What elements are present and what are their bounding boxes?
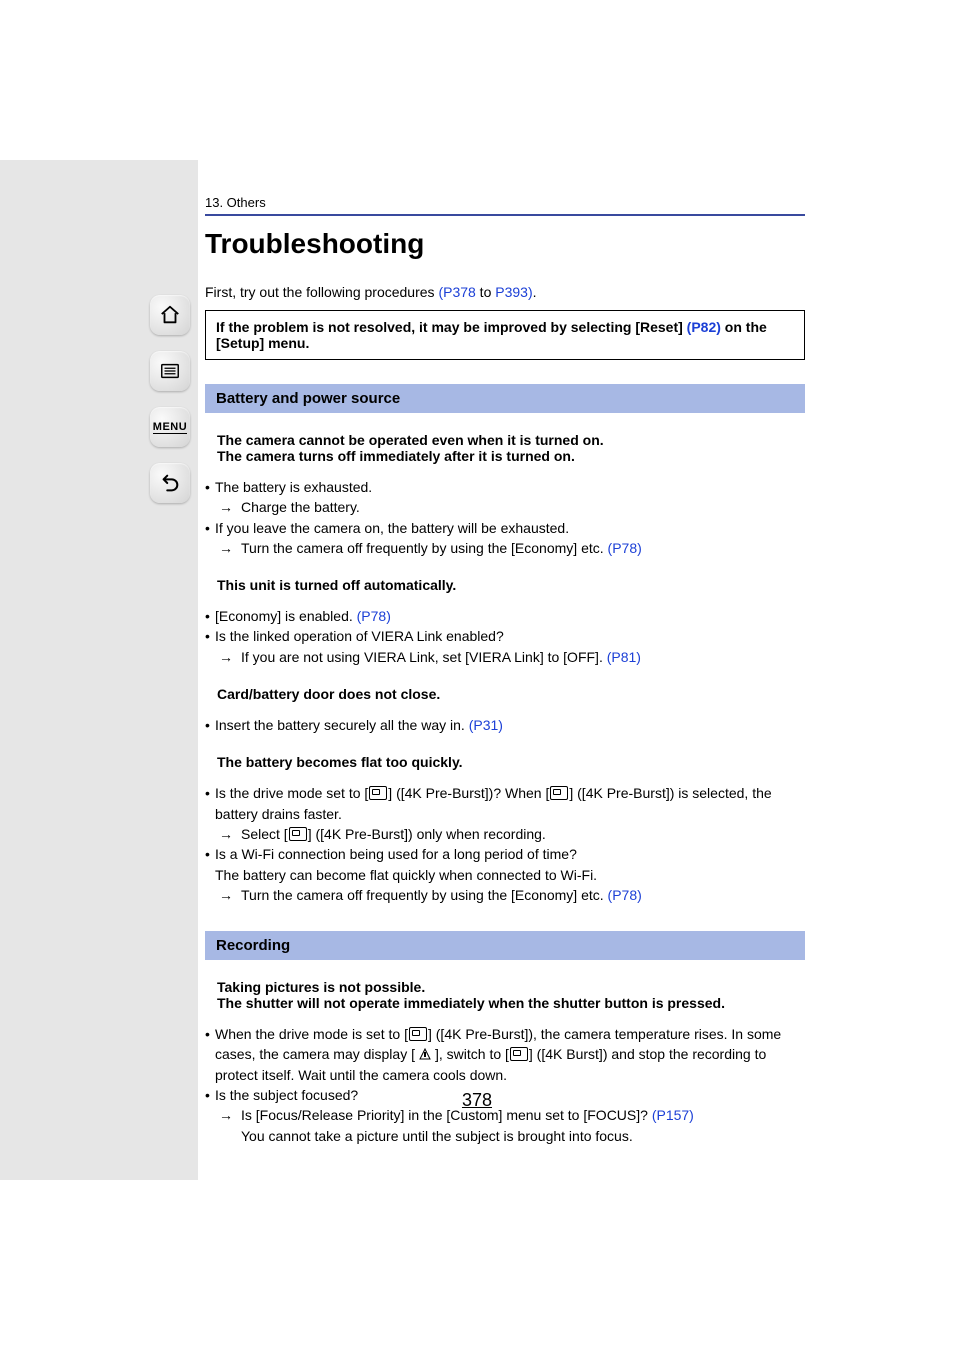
bullet-group: •When the drive mode is set to [] ([4K P… [205,1024,805,1146]
bullet: Is the drive mode set to [ ] ([4K Pre-Bur… [215,783,805,824]
back-icon [159,472,181,494]
bullet: [Economy] is enabled. (P78) [215,606,805,626]
bullet-group: •[Economy] is enabled. (P78) •Is the lin… [205,606,805,667]
text: Select [ [241,826,288,842]
contents-button[interactable] [150,351,190,391]
page-number: 378 [0,1090,954,1111]
section-recording: Recording [205,931,805,960]
bullet-group: •The battery is exhausted. →Charge the b… [205,477,805,558]
topic-line: The shutter will not operate immediately… [217,995,793,1011]
link-p78[interactable]: (P78) [608,887,642,903]
preburst-icon [289,827,307,841]
text: ], switch to [ [435,1046,509,1062]
bullet: Is the linked operation of VIERA Link en… [215,626,805,646]
chapter-label: 13. Others [205,195,805,210]
text: When the drive mode is set to [ [215,1026,408,1042]
bullet: When the drive mode is set to [] ([4K Pr… [215,1024,805,1085]
intro-pre: First, try out the following procedures [205,284,438,300]
link-p82[interactable]: (P82) [687,319,721,335]
preburst-icon [409,1027,427,1041]
bullet: If you leave the camera on, the battery … [215,518,805,538]
section-battery: Battery and power source [205,384,805,413]
topic-line: Taking pictures is not possible. [217,979,793,995]
text: Is the drive mode set to [ [215,785,368,801]
side-nav: MENU [150,295,190,503]
text: ] ([4K Pre-Burst])? When [ [388,785,549,801]
back-button[interactable] [150,463,190,503]
topic-battery-flat: The battery becomes flat too quickly. [205,749,805,775]
preburst-icon [550,786,568,800]
reset-note: If the problem is not resolved, it may b… [205,310,805,360]
content: 13. Others Troubleshooting First, try ou… [205,195,805,1160]
sub-bullet: Charge the battery. [241,497,805,517]
sub-bullet-2: You cannot take a picture until the subj… [205,1126,805,1146]
bullet-group: •Insert the battery securely all the way… [205,715,805,735]
note-pre: If the problem is not resolved, it may b… [216,319,687,335]
topic-door: Card/battery door does not close. [205,681,805,707]
link-p393[interactable]: P393) [495,284,532,300]
text: Is a Wi-Fi connection being used for a l… [215,846,577,862]
home-button[interactable] [150,295,190,335]
link-p78[interactable]: (P78) [357,608,391,624]
menu-icon: MENU [153,421,187,434]
burst-icon [510,1047,528,1061]
topic-camera-off: The camera cannot be operated even when … [205,427,805,469]
link-p31[interactable]: (P31) [469,717,503,733]
intro-mid: to [476,284,495,300]
contents-icon [159,360,181,382]
sub-bullet: Select [ ] ([4K Pre-Burst]) only when rec… [241,824,805,844]
intro-text: First, try out the following procedures … [205,284,805,300]
link-p78[interactable]: (P78) [608,540,642,556]
text: The battery can become flat quickly when… [215,867,597,883]
temperature-icon [416,1047,434,1061]
topic-auto-off: This unit is turned off automatically. [205,572,805,598]
text: Turn the camera off frequently by using … [241,887,608,903]
intro-post: . [533,284,537,300]
menu-button[interactable]: MENU [150,407,190,447]
bullet-group: •Is the drive mode set to [] ([4K Pre-Bu… [205,783,805,905]
link-p81[interactable]: (P81) [607,649,641,665]
bullet: Is a Wi-Fi connection being used for a l… [215,844,805,885]
bullet: Insert the battery securely all the way … [215,715,805,735]
topic-line: The camera cannot be operated even when … [217,432,793,448]
sub-bullet: Turn the camera off frequently by using … [241,885,805,905]
bullet: The battery is exhausted. [215,477,805,497]
text: Insert the battery securely all the way … [215,717,469,733]
topic-no-picture: Taking pictures is not possible. The shu… [205,974,805,1016]
divider [205,214,805,216]
text: ] ([4K Pre-Burst]) only when recording. [308,826,546,842]
sub-bullet: If you are not using VIERA Link, set [VI… [241,647,805,667]
text: [Economy] is enabled. [215,608,357,624]
text: If you are not using VIERA Link, set [VI… [241,649,607,665]
text: Turn the camera off frequently by using … [241,540,608,556]
sub-bullet: Turn the camera off frequently by using … [241,538,805,558]
preburst-icon [369,786,387,800]
link-p378[interactable]: (P378 [438,284,475,300]
home-icon [159,304,181,326]
topic-line: The camera turns off immediately after i… [217,448,793,464]
page-title: Troubleshooting [205,228,805,260]
